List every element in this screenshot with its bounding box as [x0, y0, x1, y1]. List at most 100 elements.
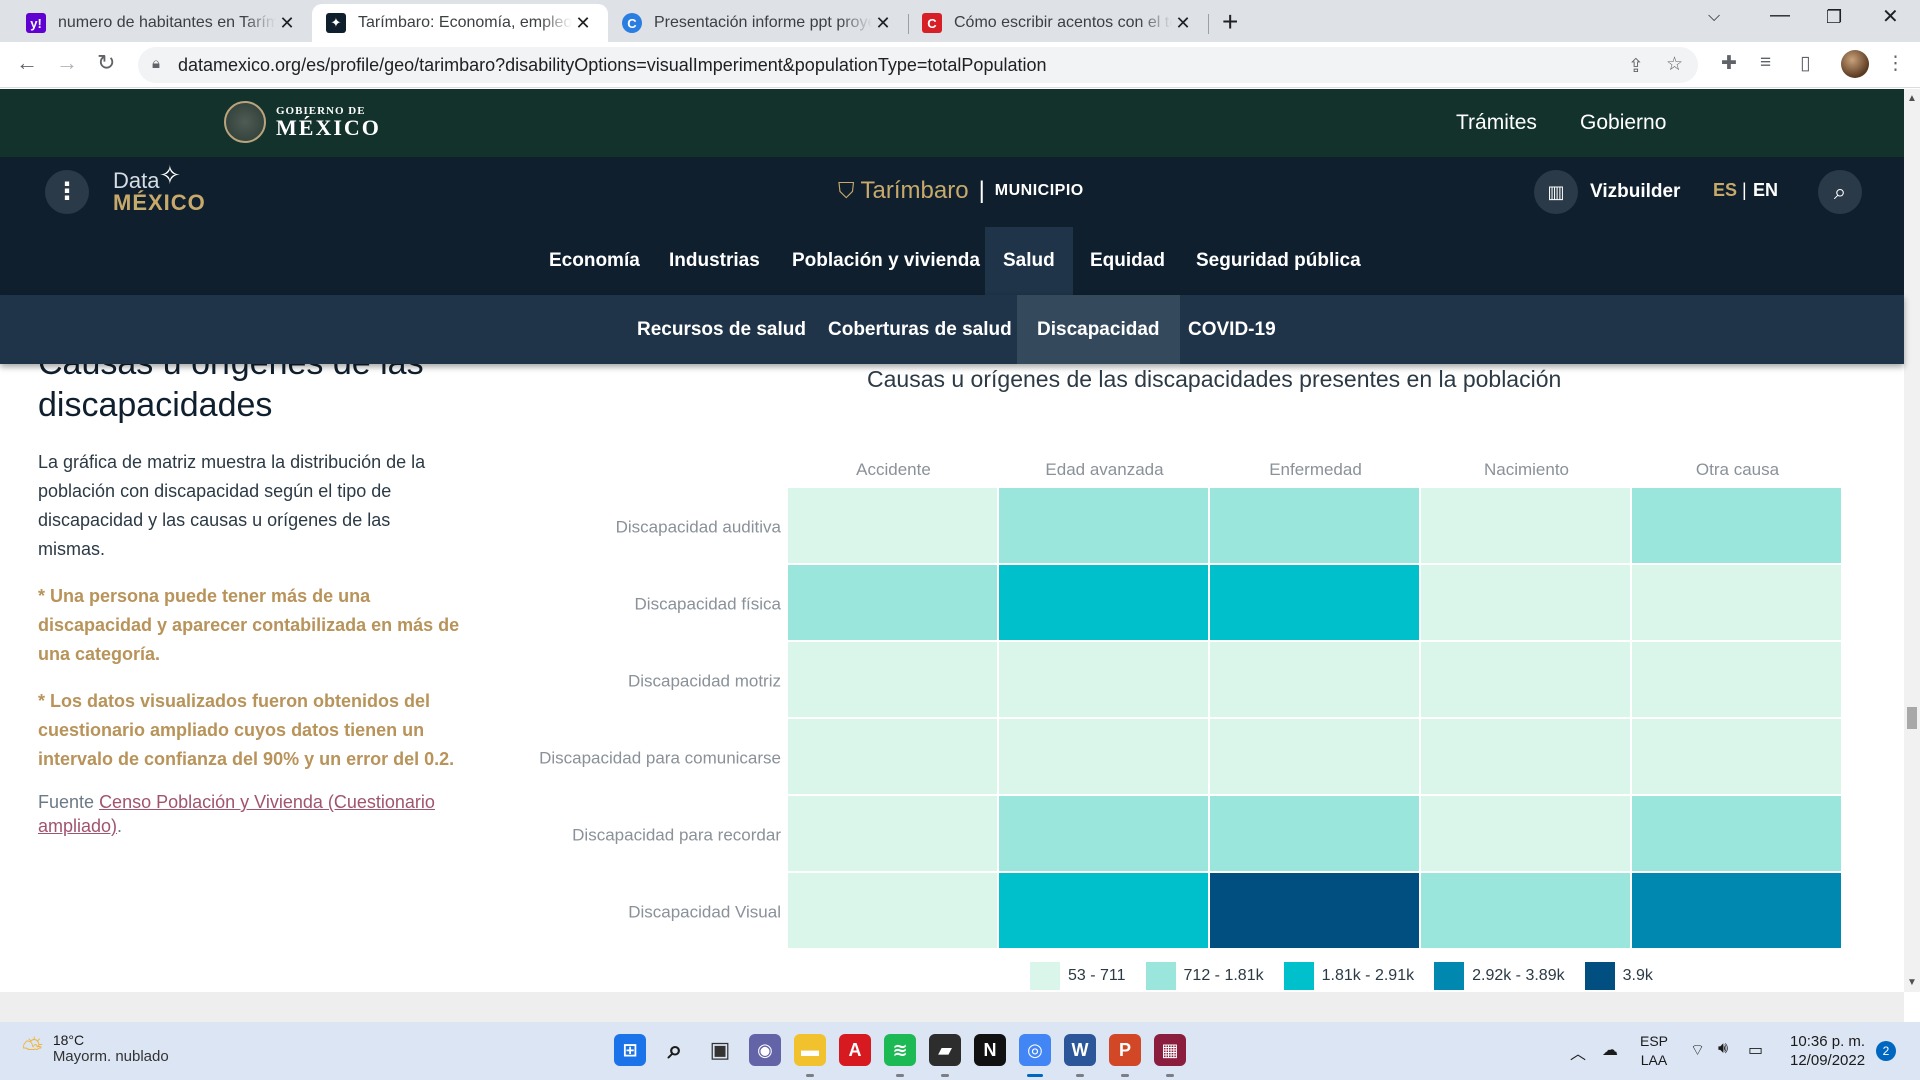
back-arrow-icon[interactable]: ←: [16, 50, 38, 76]
bookmark-star-icon[interactable]: ☆: [1666, 53, 1683, 76]
chrome-icon[interactable]: ◎: [1019, 1034, 1051, 1066]
scroll-up-icon[interactable]: ▲: [1907, 93, 1917, 104]
weather-widget[interactable]: ⛅︎ 18°C Mayorm. nublado: [22, 1032, 169, 1065]
spotify-icon[interactable]: ≋: [884, 1034, 916, 1066]
subnav-recursos-salud[interactable]: Recursos de salud: [617, 295, 826, 364]
input-language[interactable]: ESP LAA: [1640, 1032, 1668, 1070]
nav-industrias[interactable]: Industrias: [651, 227, 778, 295]
extensions-puzzle-icon[interactable]: ✚: [1721, 52, 1737, 75]
url-text[interactable]: datamexico.org/es/profile/geo/tarimbaro?…: [178, 55, 1047, 76]
gov-link-tramites[interactable]: Trámites: [1456, 111, 1537, 135]
heatmap-cell[interactable]: [999, 565, 1208, 640]
tab-search-chevron-icon[interactable]: ⌵: [1708, 8, 1720, 26]
lang-es-link[interactable]: ES: [1713, 180, 1737, 201]
heatmap-cell[interactable]: [1632, 488, 1841, 563]
chat-icon[interactable]: ◉: [749, 1034, 781, 1066]
side-panel-icon[interactable]: ▯: [1800, 52, 1810, 75]
subnav-discapacidad[interactable]: Discapacidad: [1017, 295, 1180, 364]
search-icon[interactable]: ⌕: [1818, 170, 1862, 214]
search-icon[interactable]: ⌕: [659, 1034, 691, 1066]
heatmap-cell[interactable]: [1421, 488, 1630, 563]
close-tab-icon[interactable]: ✕: [572, 13, 594, 34]
wifi-icon[interactable]: ⌔: [1690, 1040, 1705, 1060]
heatmap-cell[interactable]: [999, 488, 1208, 563]
heatmap-cell[interactable]: [1210, 796, 1419, 871]
close-tab-icon[interactable]: ✕: [872, 13, 894, 34]
browser-menu-icon[interactable]: ⋮: [1886, 52, 1905, 75]
netflix-icon[interactable]: N: [974, 1034, 1006, 1066]
battery-icon[interactable]: ▭: [1748, 1040, 1763, 1060]
close-tab-icon[interactable]: ✕: [1172, 13, 1194, 34]
heatmap-cell[interactable]: [788, 488, 997, 563]
volume-icon[interactable]: 🔊︎: [1718, 1040, 1728, 1058]
system-clock[interactable]: 10:36 p. m. 12/09/2022: [1790, 1032, 1865, 1070]
start-icon[interactable]: ⊞: [614, 1034, 646, 1066]
sticky-notes-icon[interactable]: ▰: [929, 1034, 961, 1066]
notification-badge[interactable]: 2: [1876, 1041, 1896, 1061]
heatmap-cell[interactable]: [999, 873, 1208, 948]
nav-equidad[interactable]: Equidad: [1072, 227, 1183, 295]
browser-tab-3[interactable]: C Presentación informe ppt proyecto ✕: [608, 4, 908, 42]
heatmap-cell[interactable]: [1210, 565, 1419, 640]
heatmap-cell[interactable]: [1632, 719, 1841, 794]
menu-dots-icon[interactable]: ⋮: [45, 170, 89, 214]
onedrive-icon[interactable]: ☁: [1602, 1040, 1618, 1060]
heatmap-cell[interactable]: [1210, 873, 1419, 948]
heatmap-cell[interactable]: [1210, 719, 1419, 794]
heatmap-cell[interactable]: [1421, 873, 1630, 948]
heatmap-cell[interactable]: [1210, 488, 1419, 563]
heatmap-cell[interactable]: [1632, 565, 1841, 640]
browser-tab-1[interactable]: y! numero de habitantes en Tarímbaro ✕: [12, 4, 312, 42]
browser-tab-2[interactable]: ✦ Tarímbaro: Economía, empleo, equidad ✕: [312, 4, 608, 42]
heatmap-cell[interactable]: [788, 796, 997, 871]
forward-arrow-icon[interactable]: →: [56, 50, 78, 76]
profile-avatar[interactable]: [1841, 50, 1869, 78]
share-icon[interactable]: ⇪: [1628, 55, 1644, 78]
heatmap-cell[interactable]: [1421, 719, 1630, 794]
close-tab-icon[interactable]: ✕: [276, 13, 298, 34]
new-tab-plus-icon[interactable]: +: [1222, 6, 1238, 38]
heatmap-cell[interactable]: [1632, 796, 1841, 871]
heatmap-cell[interactable]: [788, 565, 997, 640]
restore-icon[interactable]: ❐: [1826, 7, 1842, 28]
word-icon[interactable]: W: [1064, 1034, 1096, 1066]
heatmap-cell[interactable]: [999, 719, 1208, 794]
nav-poblacion-vivienda[interactable]: Población y vivienda: [774, 227, 998, 295]
lang-en-link[interactable]: EN: [1753, 180, 1778, 201]
heatmap-cell[interactable]: [1210, 642, 1419, 717]
heatmap-cell[interactable]: [788, 642, 997, 717]
task-view-icon[interactable]: ▣: [704, 1034, 736, 1066]
subnav-coberturas-salud[interactable]: Coberturas de salud: [808, 295, 1032, 364]
datamexico-logo[interactable]: Data MÉXICO ✧: [113, 162, 206, 214]
acrobat-icon[interactable]: A: [839, 1034, 871, 1066]
close-window-icon[interactable]: ✕: [1882, 4, 1899, 29]
minimize-icon[interactable]: —: [1770, 4, 1790, 27]
heatmap-cell[interactable]: [999, 796, 1208, 871]
heatmap-cell[interactable]: [1632, 873, 1841, 948]
browser-tab-4[interactable]: C Cómo escribir acentos con el teclado ✕: [908, 4, 1208, 42]
nav-economia[interactable]: Economía: [531, 227, 658, 295]
nav-salud[interactable]: Salud: [985, 227, 1073, 295]
heatmap-cell[interactable]: [1421, 796, 1630, 871]
scrollbar-thumb[interactable]: [1907, 707, 1917, 729]
heatmap-cell[interactable]: [788, 873, 997, 948]
heatmap-cell[interactable]: [999, 642, 1208, 717]
gov-link-gobierno[interactable]: Gobierno: [1580, 111, 1666, 135]
reload-icon[interactable]: ↻: [97, 50, 115, 76]
winrar-icon[interactable]: ▦: [1154, 1034, 1186, 1066]
powerpoint-icon[interactable]: P: [1109, 1034, 1141, 1066]
heatmap-cell[interactable]: [1632, 642, 1841, 717]
subnav-covid19[interactable]: COVID-19: [1168, 295, 1296, 364]
heatmap-cell[interactable]: [1421, 642, 1630, 717]
gob-logo[interactable]: GOBIERNO DE MÉXICO: [276, 105, 381, 139]
vizbuilder-button[interactable]: ▥ Vizbuilder: [1534, 170, 1680, 214]
heatmap-cell[interactable]: [1421, 565, 1630, 640]
file-explorer-icon[interactable]: ▬: [794, 1034, 826, 1066]
scroll-down-icon[interactable]: ▼: [1907, 977, 1917, 988]
page-scrollbar[interactable]: ▲ ▼: [1904, 89, 1920, 992]
address-bar[interactable]: 🔒︎ datamexico.org/es/profile/geo/tarimba…: [138, 47, 1698, 83]
heatmap-cell[interactable]: [788, 719, 997, 794]
tray-chevron-icon[interactable]: ︿: [1570, 1040, 1586, 1064]
media-queue-icon[interactable]: ≡: [1760, 52, 1771, 74]
nav-seguridad-publica[interactable]: Seguridad pública: [1178, 227, 1379, 295]
